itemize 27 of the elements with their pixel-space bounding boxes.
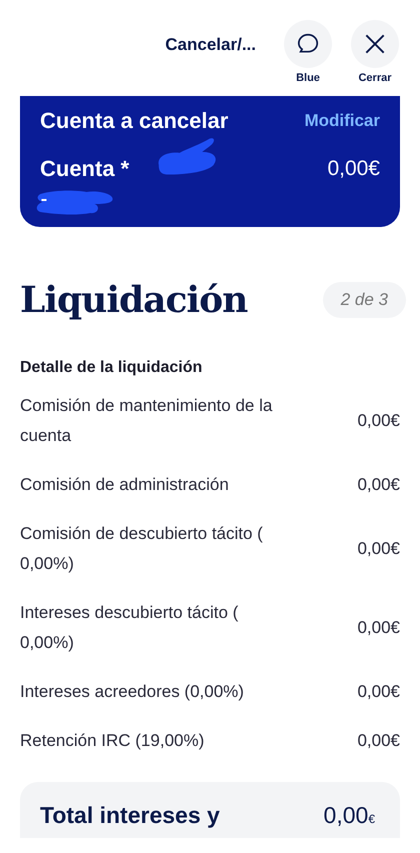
chat-button[interactable] — [284, 20, 332, 68]
detail-label: Retención IRC (19,00%) — [20, 730, 206, 752]
detail-value: 0,00€ — [357, 475, 400, 495]
detail-label: Intereses acreedores (0,00%) — [20, 681, 245, 703]
detail-label: Comisión de administración — [20, 474, 230, 496]
action-label: Blue — [296, 72, 320, 84]
detail-label: Comisión de mantenimiento de la cuenta — [20, 395, 274, 447]
step-indicator: 2 de 3 — [322, 282, 406, 318]
section-heading: Liquidación — [20, 279, 248, 321]
detail-label: Intereses descubierto tácito ( 0,00%) — [20, 602, 240, 654]
total-currency: € — [368, 812, 375, 826]
account-balance: 0,00€ — [327, 157, 380, 181]
detail-value: 0,00€ — [357, 731, 400, 751]
modify-link[interactable]: Modificar — [304, 111, 380, 131]
detail-value: 0,00€ — [357, 411, 400, 431]
total-amount: 0,00 — [324, 802, 368, 828]
detail-value: 0,00€ — [357, 539, 400, 559]
detail-value: 0,00€ — [357, 682, 400, 702]
detail-value: 0,00€ — [357, 618, 400, 638]
card-title: Cuenta a cancelar — [40, 108, 228, 134]
action-label: Cerrar — [358, 72, 392, 84]
account-name: Cuenta * — [40, 156, 130, 181]
detail-label: Comisión de descubierto tácito ( 0,00%) — [20, 523, 264, 575]
close-button[interactable] — [351, 20, 399, 68]
page-title: Cancelar/... — [165, 35, 256, 55]
detail-heading: Detalle de la liquidación — [20, 359, 204, 377]
total-label: Total intereses y — [40, 802, 220, 829]
